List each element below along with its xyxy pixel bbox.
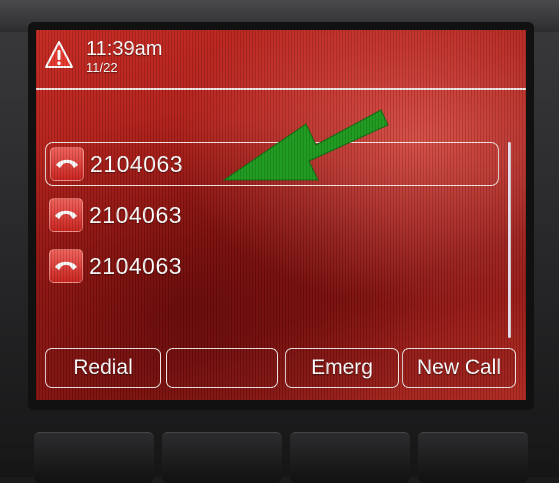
call-number: 2104063 bbox=[89, 252, 183, 279]
hardware-softkey-4[interactable] bbox=[418, 432, 528, 483]
softkey-blank[interactable] bbox=[166, 348, 278, 388]
softkey-redial[interactable]: Redial bbox=[45, 348, 161, 388]
annotation-arrow-icon bbox=[222, 109, 389, 181]
hardware-softkey-3[interactable] bbox=[290, 432, 410, 483]
handset-icon bbox=[49, 249, 83, 283]
phone-screen: 11:39am 11/22 2104063 2104063 2104063 Re… bbox=[36, 30, 526, 400]
hardware-softkey-2[interactable] bbox=[162, 432, 282, 483]
call-list-item[interactable]: 2104063 bbox=[45, 244, 499, 288]
softkey-emerg[interactable]: Emerg bbox=[285, 348, 399, 388]
softkey-new-call[interactable]: New Call bbox=[402, 348, 516, 388]
hardware-softkey-1[interactable] bbox=[34, 432, 154, 483]
